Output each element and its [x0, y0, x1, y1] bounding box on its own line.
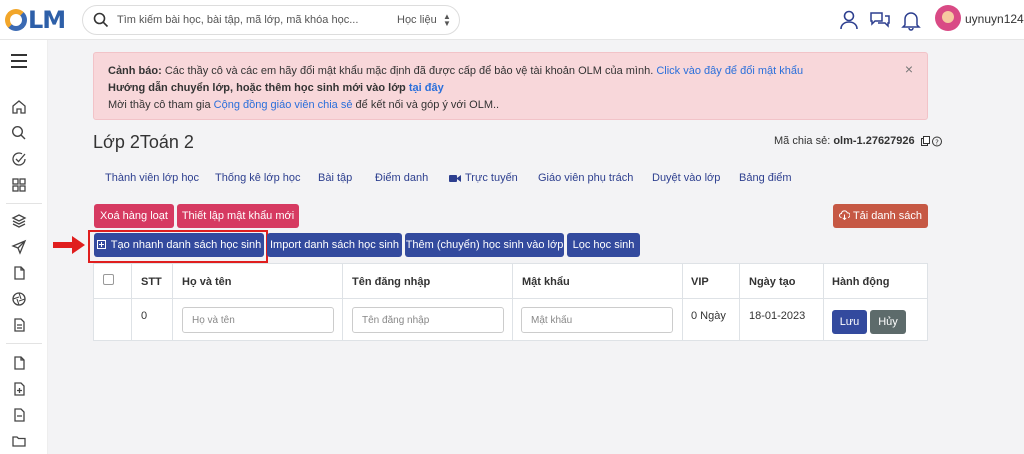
- row-created: 18-01-2023: [749, 310, 806, 322]
- header-vip: VIP: [691, 276, 709, 288]
- close-icon[interactable]: ×: [905, 61, 913, 78]
- check-circle-icon[interactable]: [11, 151, 27, 167]
- reset-password-button[interactable]: Thiết lập mật khẩu mới: [177, 204, 299, 228]
- header-actions: Hành động: [832, 276, 890, 288]
- user-icon[interactable]: [838, 9, 860, 31]
- column-divider: [131, 264, 132, 341]
- file-icon[interactable]: [11, 355, 27, 371]
- search-input[interactable]: Tìm kiếm bài học, bài tập, mã lớp, mã kh…: [117, 14, 358, 26]
- download-list-label: Tải danh sách: [852, 210, 923, 222]
- logo-mark: [5, 9, 27, 31]
- save-button[interactable]: Lưu: [832, 310, 867, 334]
- column-divider: [172, 264, 173, 341]
- sidebar-divider: [6, 343, 42, 344]
- community-text: Mời thầy cô tham gia: [108, 99, 214, 111]
- header-created: Ngày tạo: [749, 276, 796, 288]
- column-divider: [342, 264, 343, 341]
- top-header: LM Tìm kiếm bài học, bài tập, mã lớp, mã…: [0, 0, 1024, 40]
- file-text-icon[interactable]: [11, 407, 27, 423]
- folder-icon[interactable]: [11, 433, 27, 449]
- alert-line-3: Mời thầy cô tham gia Cộng đồng giáo viên…: [108, 97, 913, 114]
- row-vip: 0 Ngày: [691, 310, 726, 322]
- filter-student-button[interactable]: Lọc học sinh: [567, 233, 640, 257]
- share-code: Mã chia sẻ: olm-1.27627926 ?: [774, 135, 943, 147]
- home-icon[interactable]: [11, 99, 27, 115]
- chat-icon[interactable]: [869, 9, 891, 31]
- guide-text: Hướng dẫn chuyển lớp, hoặc thêm học sinh…: [108, 82, 409, 94]
- cloud-download-icon: [838, 210, 851, 221]
- header-name: Họ và tên: [182, 276, 232, 288]
- delete-bulk-button[interactable]: Xoá hàng loạt: [94, 204, 174, 228]
- red-arrow-icon: [53, 236, 85, 254]
- olm-logo[interactable]: LM: [5, 6, 66, 34]
- svg-text:?: ?: [935, 138, 939, 146]
- alert-text: Các thầy cô và các em hãy đổi mật khẩu m…: [161, 65, 657, 77]
- column-divider: [739, 264, 740, 341]
- guide-link[interactable]: tại đây: [409, 82, 444, 94]
- grid-icon[interactable]: [11, 177, 27, 193]
- header-stt: STT: [141, 276, 162, 288]
- import-list-button[interactable]: Import danh sách học sinh: [267, 233, 402, 257]
- tab-online-label: Trực tuyến: [465, 172, 518, 184]
- username-input[interactable]: [352, 307, 504, 333]
- share-code-value: olm-1.27627926: [833, 135, 915, 147]
- tab-statistics[interactable]: Thống kê lớp học: [215, 172, 301, 184]
- change-password-link[interactable]: Click vào đây để đổi mật khẩu: [656, 65, 803, 77]
- cancel-button[interactable]: Hủy: [870, 310, 906, 334]
- name-input[interactable]: [182, 307, 334, 333]
- alert-line-2: Hướng dẫn chuyển lớp, hoặc thêm học sinh…: [108, 80, 913, 97]
- search-icon: [93, 12, 109, 28]
- sort-caret-icon: ▲ ▼: [443, 12, 451, 28]
- search-category-select[interactable]: Học liệu: [397, 14, 437, 26]
- page-title: Lớp 2Toán 2: [93, 132, 194, 152]
- header-username: Tên đăng nhập: [352, 276, 431, 288]
- search-bar[interactable]: Tìm kiếm bài học, bài tập, mã lớp, mã kh…: [82, 5, 460, 35]
- layers-icon[interactable]: [11, 213, 27, 229]
- password-input[interactable]: [521, 307, 673, 333]
- tab-assignments[interactable]: Bài tập: [318, 172, 352, 184]
- highlight-box: [88, 230, 268, 263]
- hamburger-menu-icon[interactable]: [11, 54, 27, 68]
- column-divider: [823, 264, 824, 341]
- tab-approve[interactable]: Duyệt vào lớp: [652, 172, 720, 184]
- document-icon[interactable]: [11, 317, 27, 333]
- file-plus-icon[interactable]: [11, 381, 27, 397]
- send-icon[interactable]: [11, 239, 27, 255]
- aperture-icon[interactable]: [11, 291, 27, 307]
- tab-attendance[interactable]: Điểm danh: [375, 172, 428, 184]
- tab-members[interactable]: Thành viên lớp học: [105, 172, 199, 184]
- alert-line-1: Cảnh báo: Các thầy cô và các em hãy đổi …: [108, 63, 913, 80]
- community-tail: để kết nối và góp ý với OLM..: [352, 99, 500, 111]
- column-divider: [682, 264, 683, 341]
- file-icon[interactable]: [11, 265, 27, 281]
- sidebar-divider: [6, 203, 42, 204]
- column-divider: [512, 264, 513, 341]
- avatar[interactable]: [935, 5, 961, 31]
- row-stt: 0: [141, 310, 148, 322]
- copy-icon[interactable]: ?: [920, 135, 943, 147]
- warning-alert: Cảnh báo: Các thầy cô và các em hãy đổi …: [93, 52, 928, 120]
- header-password: Mật khẩu: [522, 276, 570, 288]
- bell-icon[interactable]: [900, 9, 922, 31]
- tab-teachers[interactable]: Giáo viên phụ trách: [538, 172, 633, 184]
- table-divider: [94, 298, 927, 299]
- video-icon: [449, 174, 461, 182]
- share-label: Mã chia sẻ:: [774, 135, 834, 147]
- search-icon[interactable]: [11, 125, 27, 141]
- alert-label: Cảnh báo:: [108, 65, 162, 77]
- add-student-button[interactable]: Thêm (chuyển) học sinh vào lớp: [405, 233, 564, 257]
- logo-text: LM: [28, 6, 66, 34]
- sidebar: [0, 40, 48, 454]
- download-list-button[interactable]: Tải danh sách: [833, 204, 928, 228]
- tab-online[interactable]: Trực tuyến: [449, 172, 518, 184]
- community-link[interactable]: Cộng đồng giáo viên chia sẻ: [214, 99, 353, 111]
- tab-gradebook[interactable]: Bảng điểm: [739, 172, 792, 184]
- select-all-checkbox[interactable]: [103, 274, 114, 285]
- username[interactable]: uynuyn124: [965, 12, 1024, 26]
- students-table: STT Họ và tên Tên đăng nhập Mật khẩu VIP…: [93, 263, 928, 341]
